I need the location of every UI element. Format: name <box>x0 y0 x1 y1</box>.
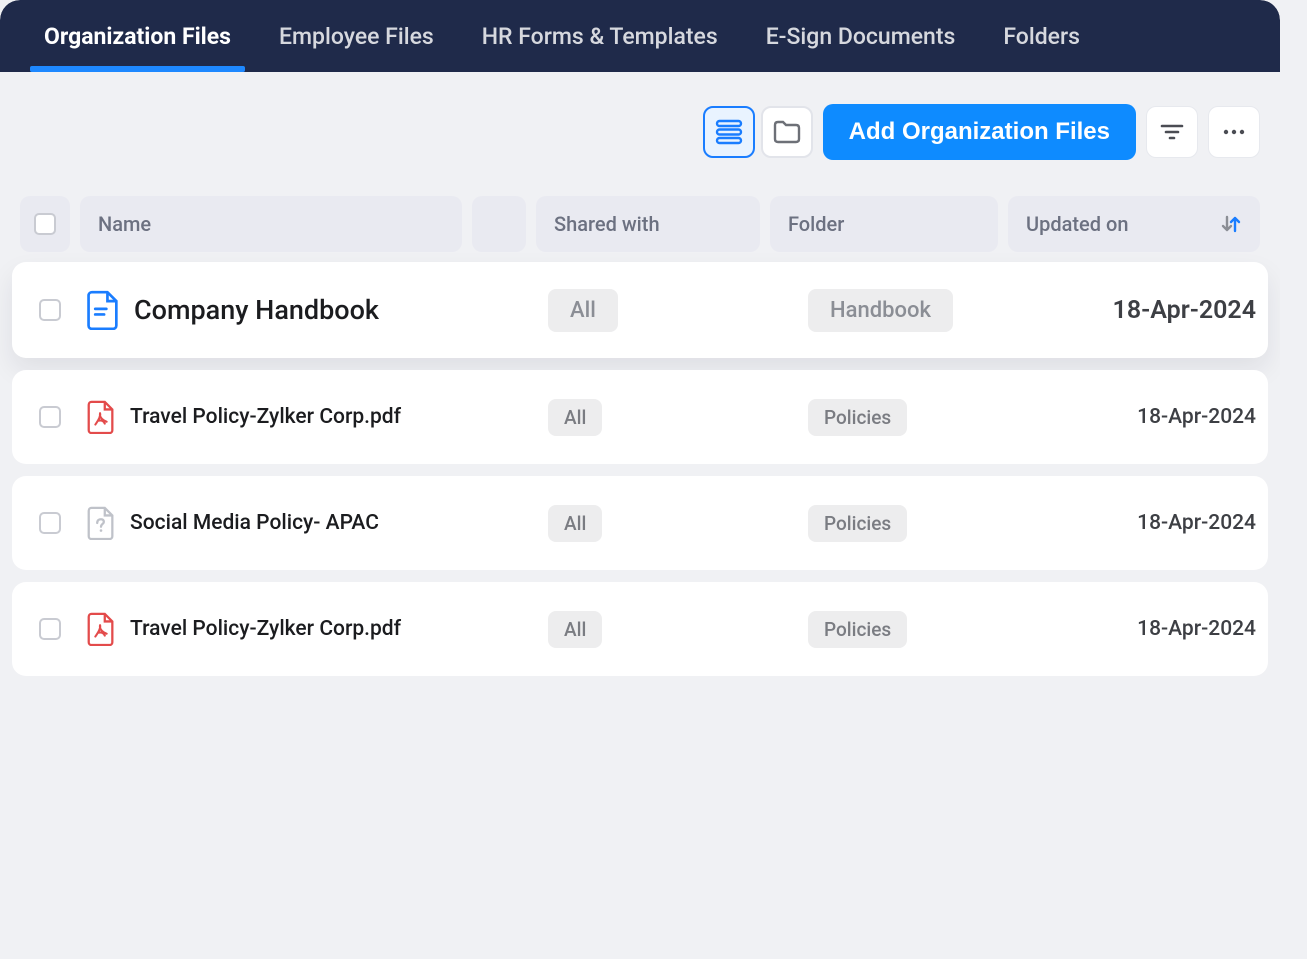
header-checkbox <box>20 196 70 252</box>
list-view-button[interactable] <box>703 106 755 158</box>
shared-tag: All <box>548 505 602 542</box>
tab-label: HR Forms & Templates <box>482 23 718 50</box>
document-file-icon <box>86 290 120 330</box>
tab-hr-forms[interactable]: HR Forms & Templates <box>482 3 718 70</box>
table-row[interactable]: Travel Policy-Zylker Corp.pdf All Polici… <box>12 582 1268 676</box>
header-label: Shared with <box>554 212 660 236</box>
header-spacer <box>472 196 526 252</box>
column-headers: Name Shared with Folder Updated on <box>0 196 1280 252</box>
shared-tag: All <box>548 289 618 332</box>
more-button[interactable] <box>1208 106 1260 158</box>
tab-label: E-Sign Documents <box>766 23 956 50</box>
tab-folders[interactable]: Folders <box>1003 3 1080 70</box>
pdf-file-icon <box>86 400 116 434</box>
filter-button[interactable] <box>1146 106 1198 158</box>
shared-tag: All <box>548 611 602 648</box>
updated-date: 18-Apr-2024 <box>1113 296 1256 325</box>
list-icon <box>715 119 743 145</box>
more-horizontal-icon <box>1222 128 1246 136</box>
row-checkbox[interactable] <box>39 512 61 534</box>
unknown-file-icon <box>86 506 116 540</box>
folder-tag: Policies <box>808 399 907 436</box>
sort-icon <box>1220 213 1242 235</box>
filter-icon <box>1160 122 1184 142</box>
file-name: Social Media Policy- APAC <box>130 511 379 535</box>
button-label: Add Organization Files <box>849 118 1110 145</box>
toolbar: Add Organization Files <box>0 72 1280 174</box>
table-row[interactable]: Travel Policy-Zylker Corp.pdf All Polici… <box>12 370 1268 464</box>
header-name[interactable]: Name <box>80 196 462 252</box>
table-row[interactable]: Social Media Policy- APAC All Policies 1… <box>12 476 1268 570</box>
row-checkbox[interactable] <box>39 618 61 640</box>
tab-esign[interactable]: E-Sign Documents <box>766 3 956 70</box>
header-updated[interactable]: Updated on <box>1008 196 1260 252</box>
folder-tag: Handbook <box>808 289 953 332</box>
select-all-checkbox[interactable] <box>34 213 56 235</box>
pdf-file-icon <box>86 612 116 646</box>
view-switch <box>703 106 813 158</box>
updated-date: 18-Apr-2024 <box>1137 511 1256 535</box>
file-rows: Company Handbook All Handbook 18-Apr-202… <box>0 252 1280 686</box>
header-label: Folder <box>788 212 844 236</box>
folder-tag: Policies <box>808 505 907 542</box>
header-label: Name <box>98 212 151 236</box>
tab-label: Employee Files <box>279 23 434 50</box>
file-name: Travel Policy-Zylker Corp.pdf <box>130 405 401 429</box>
file-name: Company Handbook <box>134 294 379 326</box>
table-row[interactable]: Company Handbook All Handbook 18-Apr-202… <box>12 262 1268 358</box>
row-checkbox[interactable] <box>39 406 61 428</box>
folder-view-button[interactable] <box>761 106 813 158</box>
add-organization-files-button[interactable]: Add Organization Files <box>823 104 1136 160</box>
top-nav: Organization Files Employee Files HR For… <box>0 0 1280 72</box>
header-shared[interactable]: Shared with <box>536 196 760 252</box>
folder-icon <box>772 119 802 145</box>
header-label: Updated on <box>1026 212 1128 236</box>
header-folder[interactable]: Folder <box>770 196 998 252</box>
row-checkbox[interactable] <box>39 299 61 321</box>
tab-label: Organization Files <box>44 23 231 50</box>
tab-organization-files[interactable]: Organization Files <box>44 3 231 70</box>
updated-date: 18-Apr-2024 <box>1137 405 1256 429</box>
tab-label: Folders <box>1003 23 1080 50</box>
file-name: Travel Policy-Zylker Corp.pdf <box>130 617 401 641</box>
shared-tag: All <box>548 399 602 436</box>
tab-employee-files[interactable]: Employee Files <box>279 3 434 70</box>
updated-date: 18-Apr-2024 <box>1137 617 1256 641</box>
folder-tag: Policies <box>808 611 907 648</box>
